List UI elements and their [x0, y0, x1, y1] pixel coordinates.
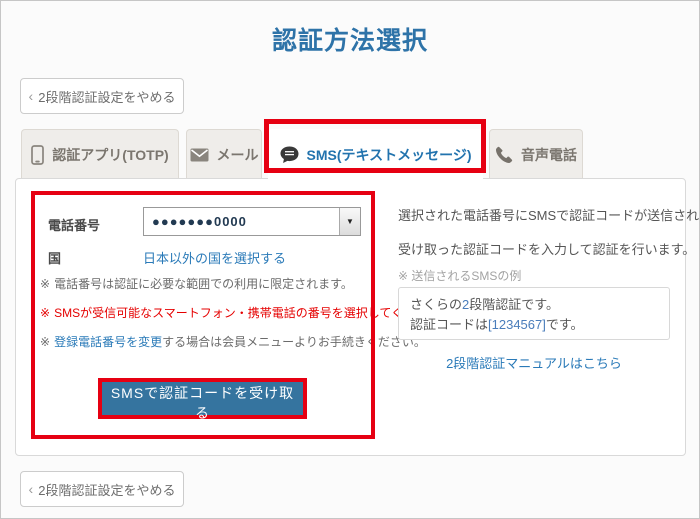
- tab-voice-call[interactable]: 音声電話: [489, 129, 583, 179]
- quit-setup-button-top[interactable]: ‹ 2段階認証設定をやめる: [20, 78, 184, 114]
- quit-setup-label: 2段階認証設定をやめる: [38, 87, 175, 106]
- tab-label: 音声電話: [521, 145, 577, 165]
- two-factor-manual-link[interactable]: 2段階認証マニュアルはこちら: [446, 356, 622, 371]
- manual-link-wrapper: 2段階認証マニュアルはこちら: [398, 353, 670, 372]
- receive-sms-code-button[interactable]: SMSで認証コードを受け取る: [102, 382, 303, 415]
- note-change-registered-number: ※登録電話番号を変更する場合は会員メニューよりお手続きください。: [40, 333, 426, 350]
- highlight-frame-sms-button: SMSで認証コードを受け取る: [98, 378, 307, 419]
- phone-number-label: 電話番号: [48, 215, 100, 234]
- note-marker: ※: [40, 277, 50, 291]
- phone-handset-icon: [495, 146, 513, 164]
- two-factor-setup-page: 認証方法選択 ‹ 2段階認証設定をやめる 認証アプリ(TOTP) メール: [0, 0, 700, 519]
- tab-label: SMS(テキストメッセージ): [307, 145, 472, 165]
- change-registered-number-link[interactable]: 登録電話番号を変更: [54, 335, 162, 349]
- chevron-left-icon: ‹: [29, 482, 34, 496]
- note-marker: ※: [40, 306, 50, 320]
- tab-sms-text-message[interactable]: SMS(テキストメッセージ): [268, 129, 483, 180]
- page-title: 認証方法選択: [1, 21, 699, 57]
- sms-example-line2: 認証コードは[1234567]です。: [410, 315, 658, 335]
- sms-example-label: ※ 送信されるSMSの例: [398, 267, 521, 284]
- info-sms-sent-text: 選択された電話番号にSMSで認証コードが送信されます。: [398, 205, 700, 224]
- tab-label: メール: [217, 145, 259, 165]
- sms-example-line1: さくらの2段階認証です。: [410, 295, 658, 315]
- smartphone-icon: [31, 145, 44, 165]
- tab-mail[interactable]: メール: [186, 129, 262, 179]
- speech-bubble-icon: [280, 146, 299, 164]
- tab-auth-app-totp[interactable]: 認証アプリ(TOTP): [21, 129, 179, 179]
- chevron-left-icon: ‹: [29, 89, 34, 103]
- select-other-country-link[interactable]: 日本以外の国を選択する: [143, 248, 286, 267]
- note-marker: ※: [40, 335, 50, 349]
- phone-number-value: ●●●●●●●0000: [144, 214, 339, 229]
- info-enter-code-text: 受け取った認証コードを入力して認証を行います。: [398, 239, 695, 258]
- note-phone-usage: ※電話番号は認証に必要な範囲での利用に限定されます。: [40, 275, 353, 292]
- quit-setup-button-bottom[interactable]: ‹ 2段階認証設定をやめる: [20, 471, 184, 507]
- sms-example-box: さくらの2段階認証です。 認証コードは[1234567]です。: [398, 287, 670, 340]
- mail-icon: [190, 148, 209, 162]
- phone-number-select[interactable]: ●●●●●●●0000 ▼: [143, 207, 361, 236]
- sms-settings-panel: 電話番号 ●●●●●●●0000 ▼ 国 日本以外の国を選択する ※電話番号は認…: [15, 178, 686, 456]
- country-label: 国: [48, 248, 61, 267]
- chevron-down-icon: ▼: [339, 208, 360, 235]
- note-sms-capable-warning: ※SMSが受信可能なスマートフォン・携帯電話の番号を選択してください。: [40, 304, 451, 321]
- tab-label: 認証アプリ(TOTP): [52, 145, 168, 165]
- quit-setup-label: 2段階認証設定をやめる: [38, 480, 175, 499]
